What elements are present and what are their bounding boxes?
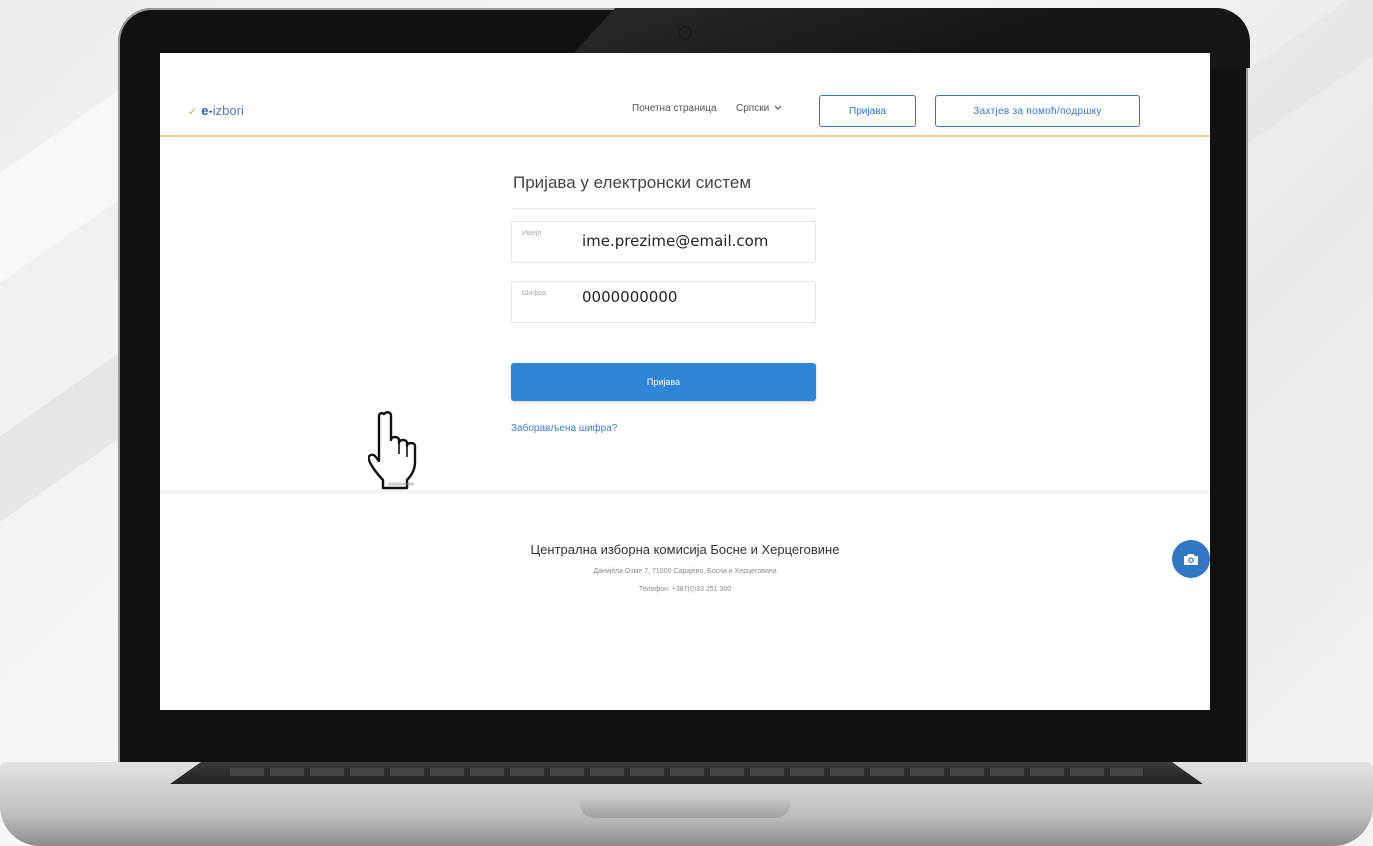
form-title: Пријава у електронски систем xyxy=(511,173,816,209)
footer-phone: Телефон: +387(0)33 251 300 xyxy=(638,586,732,593)
footer-address: Данијела Озме 7, 71000 Сарајево, Босна и… xyxy=(593,568,777,575)
email-value: ime.prezime@email.com xyxy=(582,232,769,250)
nav-login-button[interactable]: Пријава xyxy=(819,95,916,127)
forgot-password-link[interactable]: Заборављена шифра? xyxy=(511,423,816,434)
camera-icon xyxy=(1184,554,1198,565)
laptop-opening-notch xyxy=(580,800,790,818)
footer-title: Централна изборна комисија Босне и Херце… xyxy=(530,542,840,557)
brand-prefix: e- xyxy=(201,103,213,118)
top-navigation: ✓ e-izbori Почетна страница Српски Пријав… xyxy=(160,53,1210,137)
login-form: Пријава у електронски систем Имејл ime.p… xyxy=(511,173,816,434)
webcam-icon xyxy=(680,28,690,38)
chevron-down-icon xyxy=(774,105,782,110)
screenshot-camera-button[interactable] xyxy=(1172,540,1210,578)
nav-home-link[interactable]: Почетна страница xyxy=(632,103,717,114)
password-field[interactable]: Шифра 0000000000 xyxy=(511,281,816,323)
brand-logo[interactable]: ✓ e-izbori xyxy=(188,103,244,118)
hand-cursor-icon xyxy=(368,411,417,490)
check-logo-icon: ✓ xyxy=(188,106,198,118)
email-label: Имејл xyxy=(522,230,542,237)
laptop-screen: ✓ e-izbori Почетна страница Српски Пријав… xyxy=(160,53,1210,710)
help-request-button[interactable]: Захтјев за помоћ/подршку xyxy=(935,95,1140,127)
keyboard-edge xyxy=(230,768,1143,776)
section-divider xyxy=(160,490,1210,494)
login-submit-button[interactable]: Пријава xyxy=(511,363,816,401)
password-label: Шифра xyxy=(522,290,546,297)
language-selector[interactable]: Српски xyxy=(736,103,782,114)
password-value: 0000000000 xyxy=(582,288,678,306)
brand-name: izbori xyxy=(212,103,244,118)
email-field[interactable]: Имејл ime.prezime@email.com xyxy=(511,221,816,263)
language-label: Српски xyxy=(736,103,770,114)
